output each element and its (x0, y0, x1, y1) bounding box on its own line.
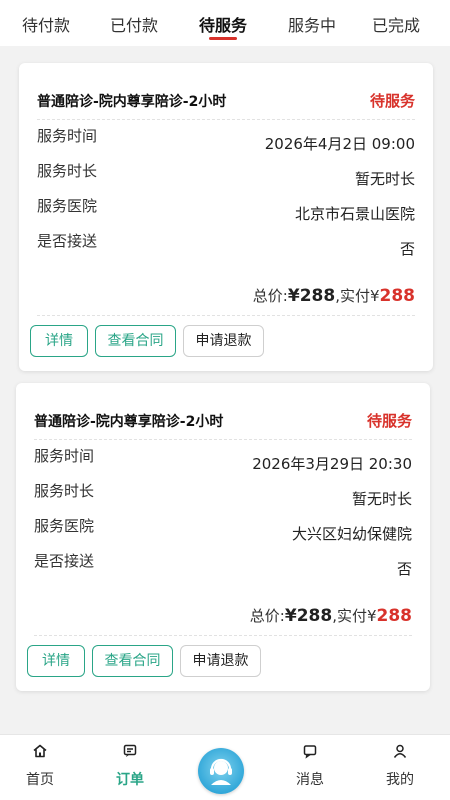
row-label: 服务时间 (37, 127, 98, 145)
row-value: 大兴区妇幼保健院 (291, 525, 412, 543)
total-amount: ¥288 (287, 286, 336, 306)
tab-label: 已完成 (371, 16, 420, 35)
row-value: 2026年3月29日 20:30 (252, 455, 412, 473)
tab-label: 已付款 (109, 16, 158, 35)
nav-home[interactable]: 首页 (10, 743, 70, 789)
status-badge: 待服务 (369, 92, 415, 110)
row-label: 服务医院 (37, 197, 98, 215)
active-tab-indicator (209, 37, 237, 40)
divider (34, 439, 412, 440)
row-label: 服务时长 (37, 162, 98, 180)
request-refund-button[interactable]: 申请退款 (183, 325, 264, 357)
status-badge: 待服务 (366, 412, 412, 430)
tab-paid[interactable]: 已付款 (92, 0, 176, 46)
tab-pending-payment[interactable]: 待付款 (0, 0, 92, 46)
nav-label: 订单 (116, 772, 144, 788)
total-amount: ¥288 (284, 606, 333, 626)
row-label: 服务时间 (34, 447, 95, 465)
row-label: 是否接送 (37, 232, 98, 250)
paid-label: ,实付¥ (335, 287, 380, 305)
order-card: 普通陪诊-院内尊享陪诊-2小时 待服务 服务时间 2026年3月29日 20:3… (16, 383, 430, 691)
row-label: 服务医院 (34, 517, 95, 535)
service-title: 普通陪诊-院内尊享陪诊-2小时 (37, 94, 227, 110)
order-total: 总价:¥288,实付¥288 (250, 605, 412, 626)
divider (37, 315, 415, 316)
view-contract-button[interactable]: 查看合同 (92, 645, 173, 677)
nav-label: 首页 (26, 772, 54, 788)
order-row-service-time: 服务时间 2026年4月2日 09:00 (37, 125, 415, 153)
order-row-hospital: 服务医院 大兴区妇幼保健院 (34, 515, 412, 543)
row-value: 否 (396, 560, 412, 578)
row-value: 暂无时长 (351, 490, 412, 508)
nav-label: 消息 (296, 772, 324, 788)
tab-completed[interactable]: 已完成 (354, 0, 438, 46)
tab-in-service[interactable]: 服务中 (270, 0, 354, 46)
order-status-tabs: 待付款 已付款 待服务 服务中 已完成 售 (0, 0, 450, 46)
order-row-service-time: 服务时间 2026年3月29日 20:30 (34, 445, 412, 473)
nav-label: 我的 (386, 772, 414, 788)
order-row-service-duration: 服务时长 暂无时长 (37, 160, 415, 188)
row-label: 是否接送 (34, 552, 95, 570)
nav-message[interactable]: 消息 (280, 743, 340, 789)
paid-amount: 288 (376, 606, 413, 626)
order-row-service-duration: 服务时长 暂无时长 (34, 480, 412, 508)
user-icon (370, 743, 430, 763)
divider (34, 635, 412, 636)
customer-service-icon (210, 758, 232, 785)
bottom-nav: 首页 订单 消息 我的 (0, 734, 450, 800)
tab-pending-service[interactable]: 待服务 (176, 0, 270, 46)
order-card: 普通陪诊-院内尊享陪诊-2小时 待服务 服务时间 2026年4月2日 09:00… (19, 63, 433, 371)
home-icon (10, 743, 70, 763)
detail-button[interactable]: 详情 (27, 645, 85, 677)
row-value: 否 (399, 240, 415, 258)
order-card-header: 普通陪诊-院内尊享陪诊-2小时 待服务 (19, 63, 433, 117)
tab-label: 待付款 (21, 16, 70, 35)
total-label: 总价: (249, 607, 285, 625)
order-row-pickup: 是否接送 否 (34, 550, 412, 578)
tab-label: 服务中 (287, 16, 336, 35)
view-contract-button[interactable]: 查看合同 (95, 325, 176, 357)
paid-label: ,实付¥ (332, 607, 377, 625)
row-label: 服务时长 (34, 482, 95, 500)
customer-service-button[interactable] (198, 748, 244, 794)
order-total: 总价:¥288,实付¥288 (253, 285, 415, 306)
nav-me[interactable]: 我的 (370, 743, 430, 789)
message-icon (280, 743, 340, 763)
nav-order[interactable]: 订单 (100, 743, 160, 789)
detail-button[interactable]: 详情 (30, 325, 88, 357)
order-row-pickup: 是否接送 否 (37, 230, 415, 258)
tab-after-sales[interactable]: 售 (438, 0, 450, 46)
paid-amount: 288 (379, 286, 416, 306)
row-value: 北京市石景山医院 (294, 205, 415, 223)
row-value: 暂无时长 (354, 170, 415, 188)
order-card-header: 普通陪诊-院内尊享陪诊-2小时 待服务 (16, 383, 430, 437)
service-title: 普通陪诊-院内尊享陪诊-2小时 (34, 414, 224, 430)
row-value: 2026年4月2日 09:00 (264, 135, 415, 153)
total-label: 总价: (252, 287, 288, 305)
divider (37, 119, 415, 120)
order-icon (100, 743, 160, 763)
request-refund-button[interactable]: 申请退款 (180, 645, 261, 677)
order-row-hospital: 服务医院 北京市石景山医院 (37, 195, 415, 223)
order-actions: 详情 查看合同 申请退款 (27, 645, 261, 677)
order-actions: 详情 查看合同 申请退款 (30, 325, 264, 357)
tab-label: 待服务 (198, 16, 247, 35)
